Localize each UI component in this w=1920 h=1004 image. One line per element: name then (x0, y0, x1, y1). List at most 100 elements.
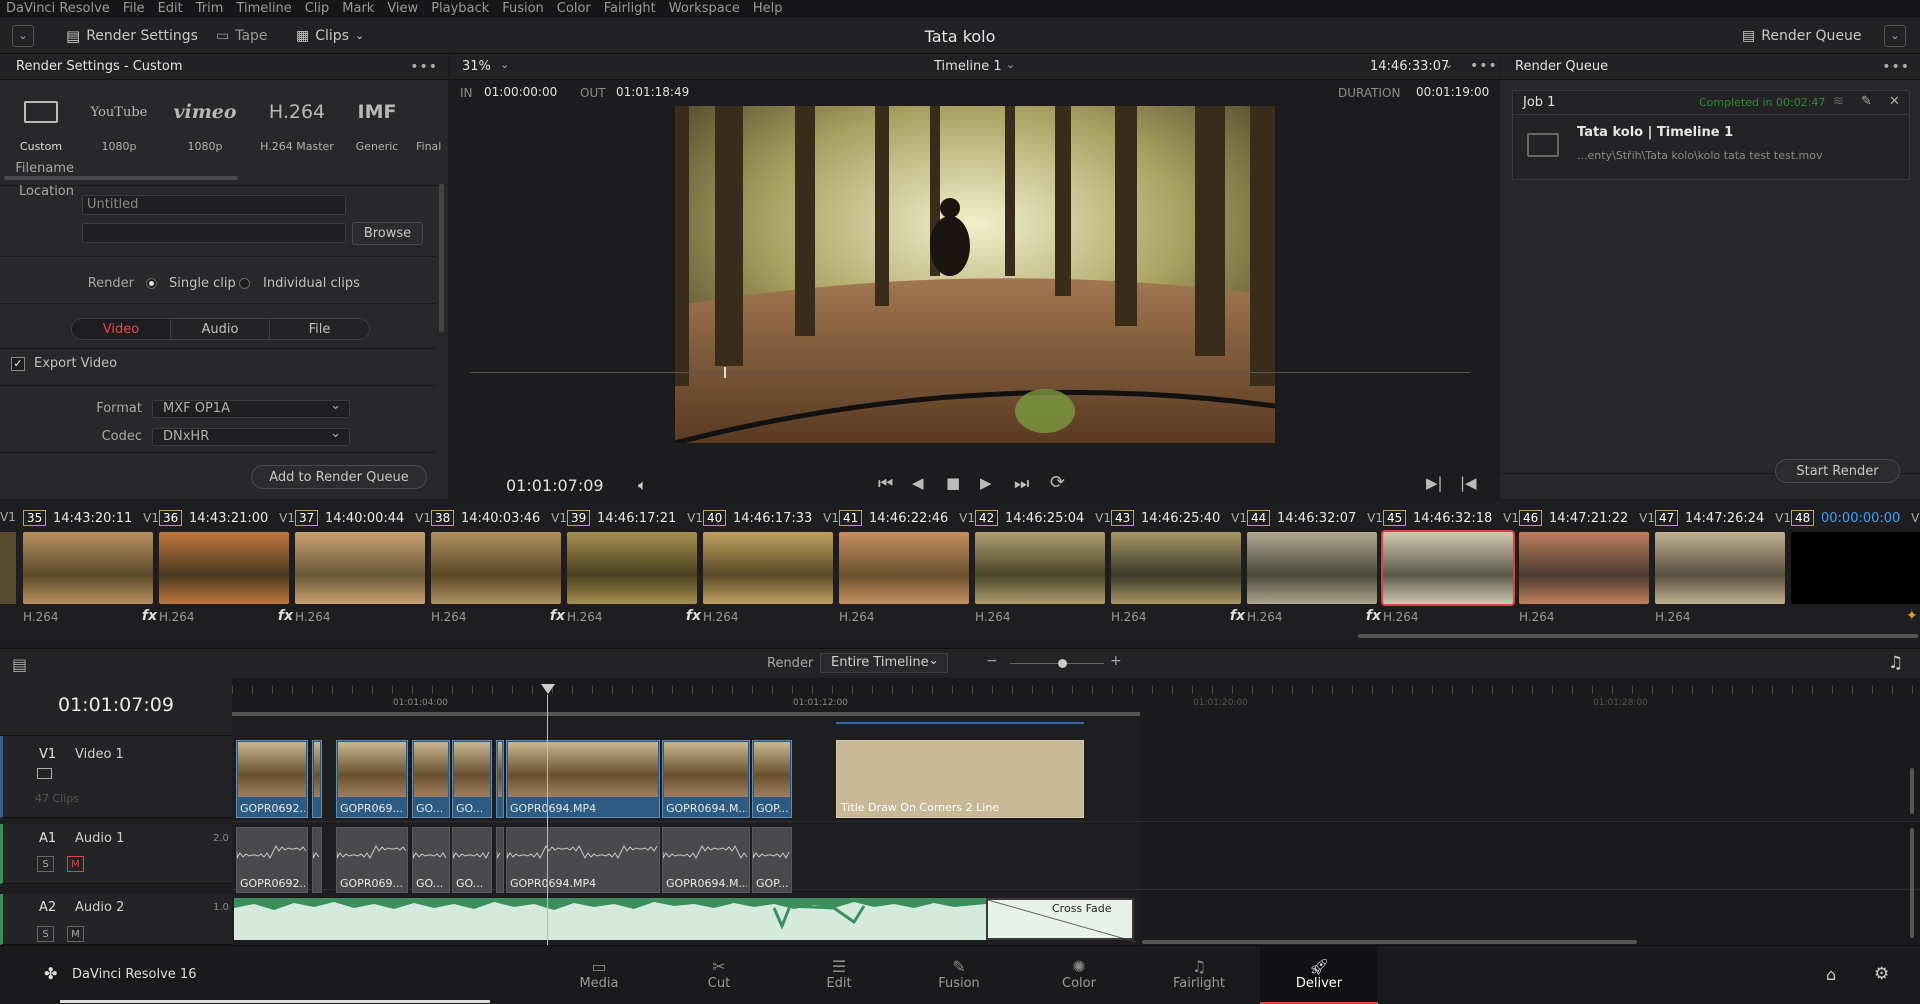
render-range-select[interactable]: Entire Timeline ⌄ (820, 653, 948, 673)
loop-icon[interactable]: ⟳ (1050, 472, 1065, 493)
audio-clip[interactable]: GO... (412, 827, 450, 893)
video-clip[interactable]: GOP... (752, 740, 792, 818)
mute-button[interactable]: M (67, 856, 84, 872)
page-edit[interactable]: ☰ Edit (780, 946, 898, 1004)
audio-meter-icon[interactable]: ♫ (1888, 653, 1903, 673)
title-clip[interactable]: Title Draw On Corners 2 Line (836, 740, 1084, 818)
render-settings-button[interactable]: ▤ Render Settings (66, 23, 198, 48)
clips-button[interactable]: ▦ Clips ⌄ (296, 23, 364, 48)
menu-timeline[interactable]: Timeline (236, 1, 291, 16)
audio-clip[interactable] (312, 827, 322, 893)
tab-file[interactable]: File (270, 319, 369, 339)
audio-clip[interactable]: GOP... (752, 827, 792, 893)
menu-fairlight[interactable]: Fairlight (604, 1, 656, 16)
video-clip[interactable]: GOPR0694.MP4 (506, 740, 660, 818)
render-job-card[interactable]: Job 1 Completed in 00:02:47 ≋ ✎ ✕ Tata k… (1512, 90, 1910, 180)
chevron-down-icon[interactable]: ⌄ (1006, 58, 1015, 71)
play-reverse-icon[interactable]: ◀︎ (912, 474, 924, 492)
menu-help[interactable]: Help (753, 1, 783, 16)
zoom-in-icon[interactable]: + (1110, 653, 1122, 669)
chevron-down-icon[interactable]: ⌄ (1444, 58, 1453, 71)
previous-clip-icon[interactable]: |◀︎ (1460, 474, 1477, 492)
timeline-v-scrollbar[interactable] (1910, 768, 1914, 814)
filename-input[interactable]: Untitled (82, 195, 346, 215)
single-clip-radio[interactable] (146, 278, 157, 289)
start-render-button[interactable]: Start Render (1775, 459, 1900, 483)
gear-icon[interactable]: ⚙ (1874, 964, 1889, 984)
audio-clip[interactable]: GOPR0692.... (236, 827, 308, 893)
menu-mark[interactable]: Mark (342, 1, 374, 16)
page-fusion[interactable]: ✎ Fusion (900, 946, 1018, 1004)
menu-playback[interactable]: Playback (431, 1, 489, 16)
menu-color[interactable]: Color (557, 1, 591, 16)
playhead-handle[interactable] (541, 684, 555, 694)
audio-2-clip[interactable] (234, 898, 986, 940)
video-clip[interactable]: GOPR0694.M... (662, 740, 750, 818)
clip-thumbnail[interactable]: 42 14:46:25:04 V1 H.264 (975, 500, 1111, 638)
zoom-out-icon[interactable]: − (986, 653, 998, 669)
tab-audio[interactable]: Audio (171, 319, 270, 339)
clip-thumbnail[interactable]: 39 14:46:17:21 V1 H.264 fx (567, 500, 703, 638)
jump-to-start-icon[interactable]: ⏮︎ (878, 474, 893, 494)
timeline-view-icon[interactable]: ▤ (12, 655, 27, 674)
settings-scrollbar[interactable] (439, 184, 444, 332)
track-toggle-icon[interactable] (37, 768, 52, 779)
individual-clips-radio[interactable] (239, 278, 250, 289)
export-video-checkbox[interactable]: ✓ (11, 357, 25, 371)
video-frame[interactable] (675, 106, 1275, 443)
audio-clip[interactable]: GO... (452, 827, 492, 893)
clip-thumbnail[interactable]: 40 14:46:17:33 V1 H.264 (703, 500, 839, 638)
video-clip[interactable]: GOPR0692.... (236, 740, 308, 818)
add-to-render-queue-button[interactable]: Add to Render Queue (251, 465, 427, 489)
track-header-a1[interactable]: A1 Audio 1 2.0 S M (0, 824, 232, 884)
timeline-h-scrollbar[interactable] (1142, 940, 1637, 944)
thumbnail-scrollbar[interactable] (1358, 634, 1918, 638)
clip-thumbnail[interactable]: 37 14:40:00:44 V1 H.264 (295, 500, 431, 638)
page-cut[interactable]: ✂ Cut (660, 946, 778, 1004)
close-icon[interactable]: ✕ (1889, 94, 1900, 109)
tab-video[interactable]: Video (72, 319, 171, 339)
preset-scrollbar[interactable] (4, 176, 238, 180)
audio-clip[interactable]: GOPR0694.MP4 (506, 827, 660, 893)
volume-icon[interactable]: 🔈︎ (638, 476, 647, 494)
page-deliver[interactable]: 🚀︎ Deliver (1260, 946, 1378, 1004)
clip-thumbnail[interactable]: 48 00:00:00:00 V1 (1791, 500, 1920, 638)
track-header-a2[interactable]: A2 Audio 2 1.0 S M (0, 894, 232, 945)
menu-file[interactable]: File (123, 1, 145, 16)
zoom-level[interactable]: 31% (462, 59, 491, 74)
clip-thumbnail[interactable]: 43 14:46:25:40 V1 H.264 fx (1111, 500, 1247, 638)
audio-clip[interactable]: GOPR069... (336, 827, 408, 893)
mute-button[interactable]: M (67, 926, 84, 942)
menu-davinci[interactable]: DaVinci Resolve (6, 1, 110, 16)
clip-thumbnail[interactable]: 36 14:43:21:00 V1 H.264 fx (159, 500, 295, 638)
video-clip[interactable]: GO... (412, 740, 450, 818)
browse-button[interactable]: Browse (352, 222, 423, 245)
panel-toggle-right-button[interactable]: ⌄ (1884, 23, 1906, 48)
video-clip[interactable] (496, 740, 504, 818)
menu-view[interactable]: View (387, 1, 418, 16)
panel-toggle-button[interactable]: ⌄ (12, 23, 34, 48)
clip-thumbnail[interactable]: 45 14:46:32:18 V1 H.264 (1381, 500, 1519, 638)
menu-fusion[interactable]: Fusion (502, 1, 544, 16)
audio-clip[interactable]: GOPR0694.M... (662, 827, 750, 893)
page-color[interactable]: ✺ Color (1020, 946, 1138, 1004)
chevron-down-icon[interactable]: ⌄ (500, 58, 509, 71)
clip-thumbnail[interactable]: 44 14:46:32:07 V1 H.264 fx (1247, 500, 1383, 638)
menu-clip[interactable]: Clip (305, 1, 330, 16)
track-header-v1[interactable]: V1 Video 1 47 Clips (0, 736, 232, 818)
preset-final[interactable]: Final (416, 94, 448, 153)
home-icon[interactable]: ⌂ (1826, 965, 1836, 984)
scrubber-playhead[interactable] (724, 367, 726, 378)
tape-button[interactable]: ▭ Tape (216, 23, 268, 48)
more-options-icon[interactable]: ••• (410, 59, 438, 75)
preset-youtube[interactable]: YouTube 1080p (80, 94, 158, 154)
more-options-icon[interactable]: ••• (1882, 59, 1910, 75)
zoom-slider-handle[interactable] (1058, 659, 1067, 668)
preset-h264[interactable]: H.264 H.264 Master (258, 94, 336, 153)
clip-thumbnail[interactable]: 41 14:46:22:46 V1 H.264 (839, 500, 975, 638)
scrubber-bar[interactable] (470, 372, 1470, 373)
menu-edit[interactable]: Edit (158, 1, 183, 16)
clip-thumbnail[interactable]: 46 14:47:21:22 V1 H.264 (1519, 500, 1655, 638)
clip-thumbnail[interactable]: 35 14:43:20:11 V1 H.264 fx (23, 500, 159, 638)
menu-trim[interactable]: Trim (196, 1, 224, 16)
